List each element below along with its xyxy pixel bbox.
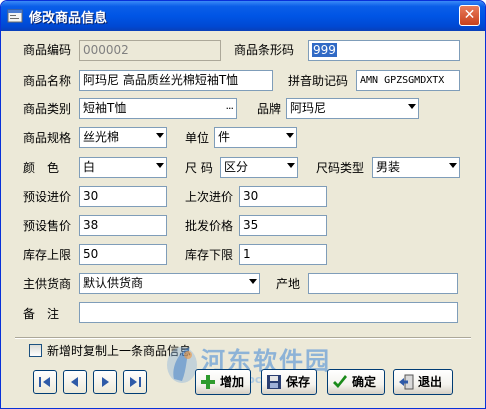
exit-button-label: 退出 bbox=[418, 375, 443, 389]
ok-button[interactable]: 确定 bbox=[327, 369, 385, 395]
edit-product-dialog: 修改商品信息 ✕ 商品编码 000002 商品条形码 999 商品名称 阿玛尼 … bbox=[0, 0, 486, 409]
chevron-down-icon bbox=[156, 133, 164, 138]
chevron-down-icon bbox=[408, 104, 416, 109]
wholesale-field[interactable]: 35 bbox=[239, 215, 327, 236]
note-label: 备 注 bbox=[23, 307, 60, 321]
prev-icon bbox=[71, 377, 78, 387]
note-field[interactable] bbox=[79, 302, 458, 323]
chevron-down-icon bbox=[249, 279, 257, 284]
app-icon bbox=[7, 9, 23, 23]
preset-price-field[interactable]: 38 bbox=[79, 215, 167, 236]
copy-previous-label: 新增时复制上一条商品信息 bbox=[47, 344, 192, 358]
save-button[interactable]: 保存 bbox=[261, 369, 317, 395]
next-record-button[interactable] bbox=[93, 370, 117, 394]
size-select[interactable]: 区分 bbox=[220, 157, 298, 178]
category-picker[interactable]: 短袖T恤 ··· bbox=[79, 98, 237, 119]
preset-cost-label: 预设进价 bbox=[23, 190, 72, 204]
chevron-down-icon bbox=[286, 133, 294, 138]
stock-min-label: 库存下限 bbox=[185, 248, 234, 262]
first-record-button[interactable] bbox=[33, 370, 57, 394]
add-button[interactable]: 增加 bbox=[195, 369, 251, 395]
last-cost-field[interactable]: 30 bbox=[239, 186, 327, 207]
color-label: 颜 色 bbox=[23, 161, 60, 175]
pinyin-label: 拼音助记码 bbox=[288, 74, 349, 88]
category-label: 商品类别 bbox=[23, 102, 72, 116]
unit-select[interactable]: 件 bbox=[214, 127, 297, 148]
code-field: 000002 bbox=[79, 40, 221, 61]
barcode-field[interactable]: 999 bbox=[308, 40, 460, 61]
stock-min-field[interactable]: 1 bbox=[239, 244, 327, 265]
spec-value: 丝光棉 bbox=[83, 130, 120, 144]
supplier-select[interactable]: 默认供货商 bbox=[79, 273, 260, 294]
last-record-button[interactable] bbox=[123, 370, 147, 394]
stock-max-label: 库存上限 bbox=[23, 248, 72, 262]
exit-button[interactable]: 退出 bbox=[393, 369, 453, 395]
brand-select[interactable]: 阿玛尼 bbox=[286, 98, 419, 119]
save-button-label: 保存 bbox=[286, 375, 311, 389]
size-value: 区分 bbox=[224, 160, 249, 174]
pinyin-field[interactable]: AMN GPZSGMDXTX bbox=[356, 70, 460, 91]
origin-label: 产地 bbox=[276, 277, 301, 291]
brand-label: 品牌 bbox=[257, 102, 282, 116]
first-icon bbox=[39, 377, 50, 387]
stock-max-field[interactable]: 50 bbox=[79, 244, 167, 265]
window-title: 修改商品信息 bbox=[29, 11, 108, 26]
size-label: 尺 码 bbox=[185, 161, 213, 175]
barcode-label: 商品条形码 bbox=[234, 43, 295, 57]
brand-value: 阿玛尼 bbox=[290, 101, 327, 115]
chevron-down-icon bbox=[156, 163, 164, 168]
exit-door-icon bbox=[399, 374, 414, 390]
unit-label: 单位 bbox=[185, 131, 210, 145]
divider bbox=[15, 337, 471, 339]
supplier-value: 默认供货商 bbox=[83, 276, 144, 290]
preset-price-label: 预设售价 bbox=[23, 219, 72, 233]
color-value: 白 bbox=[83, 160, 96, 174]
close-icon[interactable]: ✕ bbox=[459, 5, 480, 26]
next-icon bbox=[102, 377, 109, 387]
size-type-label: 尺码类型 bbox=[316, 161, 365, 175]
wholesale-label: 批发价格 bbox=[185, 219, 234, 233]
last-icon bbox=[130, 377, 141, 387]
save-disk-icon bbox=[267, 375, 281, 389]
title-bar[interactable]: 修改商品信息 ✕ bbox=[1, 1, 485, 31]
last-cost-label: 上次进价 bbox=[185, 190, 234, 204]
origin-field[interactable] bbox=[308, 273, 458, 294]
add-button-label: 增加 bbox=[220, 375, 245, 389]
chevron-down-icon bbox=[287, 163, 295, 168]
barcode-value: 999 bbox=[312, 43, 337, 57]
browse-button[interactable]: ··· bbox=[226, 99, 234, 118]
size-type-select[interactable]: 男装 bbox=[372, 157, 460, 178]
preset-cost-field[interactable]: 30 bbox=[79, 186, 167, 207]
category-value: 短袖T恤 bbox=[83, 101, 127, 115]
color-select[interactable]: 白 bbox=[79, 157, 167, 178]
checkmark-icon bbox=[333, 375, 347, 388]
prev-record-button[interactable] bbox=[63, 370, 87, 394]
code-label: 商品编码 bbox=[23, 43, 72, 57]
size-type-value: 男装 bbox=[376, 160, 401, 174]
spec-select[interactable]: 丝光棉 bbox=[79, 127, 167, 148]
supplier-label: 主供货商 bbox=[23, 277, 72, 291]
name-label: 商品名称 bbox=[23, 74, 72, 88]
name-field[interactable]: 阿玛尼 高品质丝光棉短袖T恤 bbox=[79, 70, 273, 91]
spec-label: 商品规格 bbox=[23, 131, 72, 145]
chevron-down-icon bbox=[449, 163, 457, 168]
unit-value: 件 bbox=[218, 130, 231, 144]
copy-previous-checkbox[interactable] bbox=[29, 344, 42, 357]
plus-icon bbox=[201, 375, 215, 389]
ok-button-label: 确定 bbox=[352, 375, 377, 389]
